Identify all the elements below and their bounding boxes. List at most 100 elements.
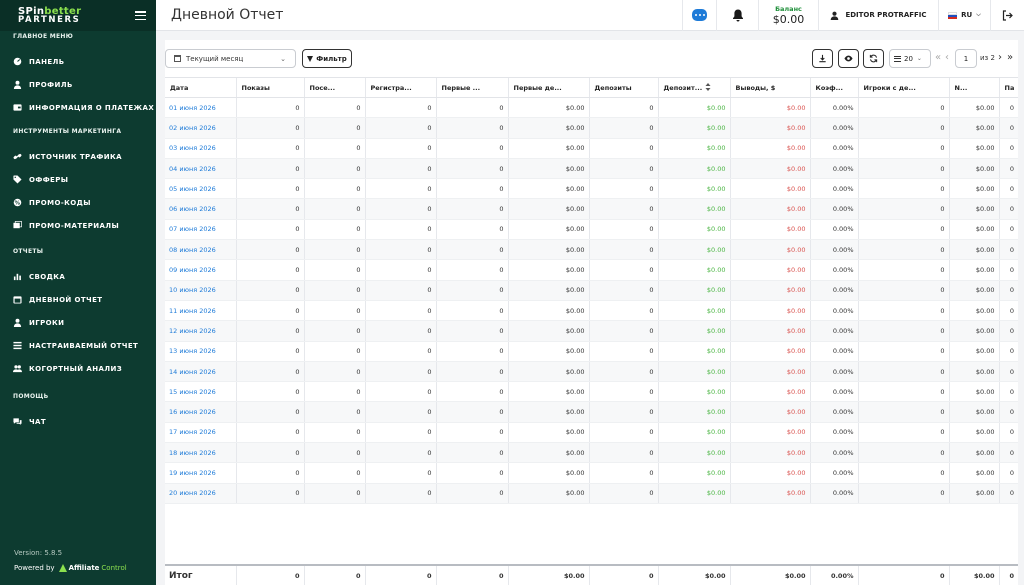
column-header[interactable]: Первые де... <box>507 77 589 98</box>
table-cell: 0 <box>364 138 436 159</box>
date-link-text[interactable]: 06 июня 2026 <box>169 205 216 213</box>
date-link[interactable]: 03 июня 2026 <box>165 138 236 159</box>
date-link-text[interactable]: 20 июня 2026 <box>169 489 216 497</box>
date-link-text[interactable]: 17 июня 2026 <box>169 428 216 436</box>
sidebar-item-images[interactable]: ПРОМО-МАТЕРИАЛЫ <box>0 214 156 237</box>
notifications-button[interactable] <box>716 0 758 31</box>
date-link-text[interactable]: 05 июня 2026 <box>169 185 216 193</box>
date-link[interactable]: 06 июня 2026 <box>165 198 236 220</box>
date-link[interactable]: 12 июня 2026 <box>165 320 236 342</box>
date-link[interactable]: 18 июня 2026 <box>165 442 236 464</box>
user-menu[interactable]: EDITOR PROTRAFFIC <box>818 0 938 31</box>
column-header[interactable]: Первые ... <box>435 77 508 98</box>
refresh-button[interactable] <box>863 49 884 68</box>
date-link[interactable]: 04 июня 2026 <box>165 158 236 180</box>
table-cell: 0 <box>303 483 365 504</box>
prev-page-icon[interactable]: ‹ <box>945 52 949 64</box>
sidebar-item-chart[interactable]: СВОДКА <box>0 265 156 288</box>
columns-visibility-button[interactable] <box>838 49 859 68</box>
date-link-text[interactable]: 16 июня 2026 <box>169 408 216 416</box>
date-link[interactable]: 07 июня 2026 <box>165 219 236 241</box>
date-link-text[interactable]: 12 июня 2026 <box>169 327 216 335</box>
date-link-text[interactable]: 15 июня 2026 <box>169 388 216 396</box>
sidebar-item-users[interactable]: КОГОРТНЫЙ АНАЛИЗ <box>0 357 156 380</box>
date-link[interactable]: 19 июня 2026 <box>165 462 236 484</box>
table-cell: $0.00 <box>507 158 589 180</box>
column-header[interactable]: Игроки с де... <box>857 77 949 98</box>
sidebar-item-player[interactable]: ИГРОКИ <box>0 311 156 334</box>
table-cell: $0.00 <box>948 401 999 423</box>
date-link[interactable]: 02 июня 2026 <box>165 117 236 139</box>
date-link[interactable]: 15 июня 2026 <box>165 381 236 403</box>
table-cell: 0 <box>235 361 304 383</box>
date-link[interactable]: 05 июня 2026 <box>165 178 236 200</box>
date-link-text[interactable]: 07 июня 2026 <box>169 225 216 233</box>
table-cell: $0.00 <box>948 97 999 119</box>
date-link[interactable]: 08 июня 2026 <box>165 239 236 261</box>
date-link[interactable]: 11 июня 2026 <box>165 300 236 322</box>
language-selector[interactable]: RU ⌵ <box>938 0 990 31</box>
column-header-label: Игроки с де... <box>863 83 916 92</box>
date-link[interactable]: 09 июня 2026 <box>165 259 236 281</box>
date-link-text[interactable]: 11 июня 2026 <box>169 307 216 315</box>
balance-widget[interactable]: Баланс $0.00 <box>758 0 818 31</box>
table-cell: $0.00 <box>657 462 730 484</box>
table-cell: $0.00 <box>507 117 589 139</box>
column-header[interactable]: Выводы, $ <box>729 77 810 98</box>
sort-icon[interactable] <box>705 82 711 93</box>
sidebar-item-list[interactable]: НАСТРАИВАЕМЫЙ ОТЧЕТ <box>0 334 156 357</box>
sidebar-item-user[interactable]: ПРОФИЛЬ <box>0 73 156 96</box>
date-link-text[interactable]: 08 июня 2026 <box>169 246 216 254</box>
date-link-text[interactable]: 01 июня 2026 <box>169 104 216 112</box>
table-cell: $0.00 <box>948 300 999 322</box>
sidebar-item-chat[interactable]: ЧАТ <box>0 410 156 433</box>
brand-logo[interactable]: SPinbetter PARTNERS <box>18 6 81 25</box>
sidebar-item-promo[interactable]: % ПРОМО-КОДЫ <box>0 191 156 214</box>
date-link[interactable]: 16 июня 2026 <box>165 401 236 423</box>
date-link-text[interactable]: 03 июня 2026 <box>169 144 216 152</box>
menu-toggle-icon[interactable] <box>135 11 146 20</box>
column-header[interactable]: Показы <box>235 77 304 98</box>
date-link-text[interactable]: 10 июня 2026 <box>169 286 216 294</box>
date-link-text[interactable]: 14 июня 2026 <box>169 368 216 376</box>
period-select[interactable]: Текущий месяц ⌄ <box>165 49 296 68</box>
date-link-text[interactable]: 09 июня 2026 <box>169 266 216 274</box>
last-page-icon[interactable]: » <box>1007 52 1013 64</box>
date-link[interactable]: 20 июня 2026 <box>165 483 236 504</box>
download-button[interactable] <box>812 49 833 68</box>
date-link[interactable]: 17 июня 2026 <box>165 422 236 444</box>
filter-button[interactable]: Фильтр <box>302 49 352 68</box>
chat-button[interactable] <box>682 0 716 31</box>
affiliate-control-logo[interactable]: Affiliate Control <box>58 564 127 572</box>
column-header[interactable]: Посе... <box>303 77 365 98</box>
sidebar-item-dashboard[interactable]: ПАНЕЛЬ <box>0 50 156 73</box>
column-header[interactable]: Дата <box>165 77 236 98</box>
sidebar-item-link[interactable]: ИСТОЧНИК ТРАФИКА <box>0 145 156 168</box>
column-header[interactable]: Па <box>998 77 1018 98</box>
date-link-text[interactable]: 02 июня 2026 <box>169 124 216 132</box>
logout-button[interactable] <box>990 0 1024 31</box>
table-row: 13 июня 2026 0 0 0 0 $0.00 0 $0.00 $0.00 0.00% 0 $0… <box>165 341 1018 362</box>
date-link[interactable]: 10 июня 2026 <box>165 280 236 301</box>
date-link-text[interactable]: 18 июня 2026 <box>169 449 216 457</box>
date-link-text[interactable]: 13 июня 2026 <box>169 347 216 355</box>
per-page-select[interactable]: 20 ⌄ <box>889 49 931 68</box>
sidebar-item-tag[interactable]: ОФФЕРЫ <box>0 168 156 191</box>
first-page-icon[interactable]: « <box>935 52 941 64</box>
column-header[interactable]: N... <box>948 77 999 98</box>
date-link[interactable]: 14 июня 2026 <box>165 361 236 383</box>
date-link[interactable]: 13 июня 2026 <box>165 341 236 362</box>
date-link-text[interactable]: 19 июня 2026 <box>169 469 216 477</box>
date-link-text[interactable]: 04 июня 2026 <box>169 165 216 173</box>
page-number-input[interactable]: 1 <box>955 49 977 68</box>
date-link[interactable]: 01 июня 2026 <box>165 97 236 119</box>
column-header[interactable]: Регистра... <box>364 77 436 98</box>
next-page-icon[interactable]: › <box>998 52 1002 64</box>
table-cell: 0 <box>857 219 949 241</box>
column-header[interactable]: Депозиты <box>588 77 658 98</box>
sidebar-item-calendar[interactable]: ДНЕВНОЙ ОТЧЕТ <box>0 288 156 311</box>
column-header[interactable]: Коэф... <box>809 77 858 98</box>
sidebar-item-wallet[interactable]: ИНФОРМАЦИЯ О ПЛАТЕЖАХ <box>0 96 156 119</box>
column-header[interactable]: Депозит... <box>657 77 730 98</box>
table-cell: 0 <box>364 219 436 241</box>
